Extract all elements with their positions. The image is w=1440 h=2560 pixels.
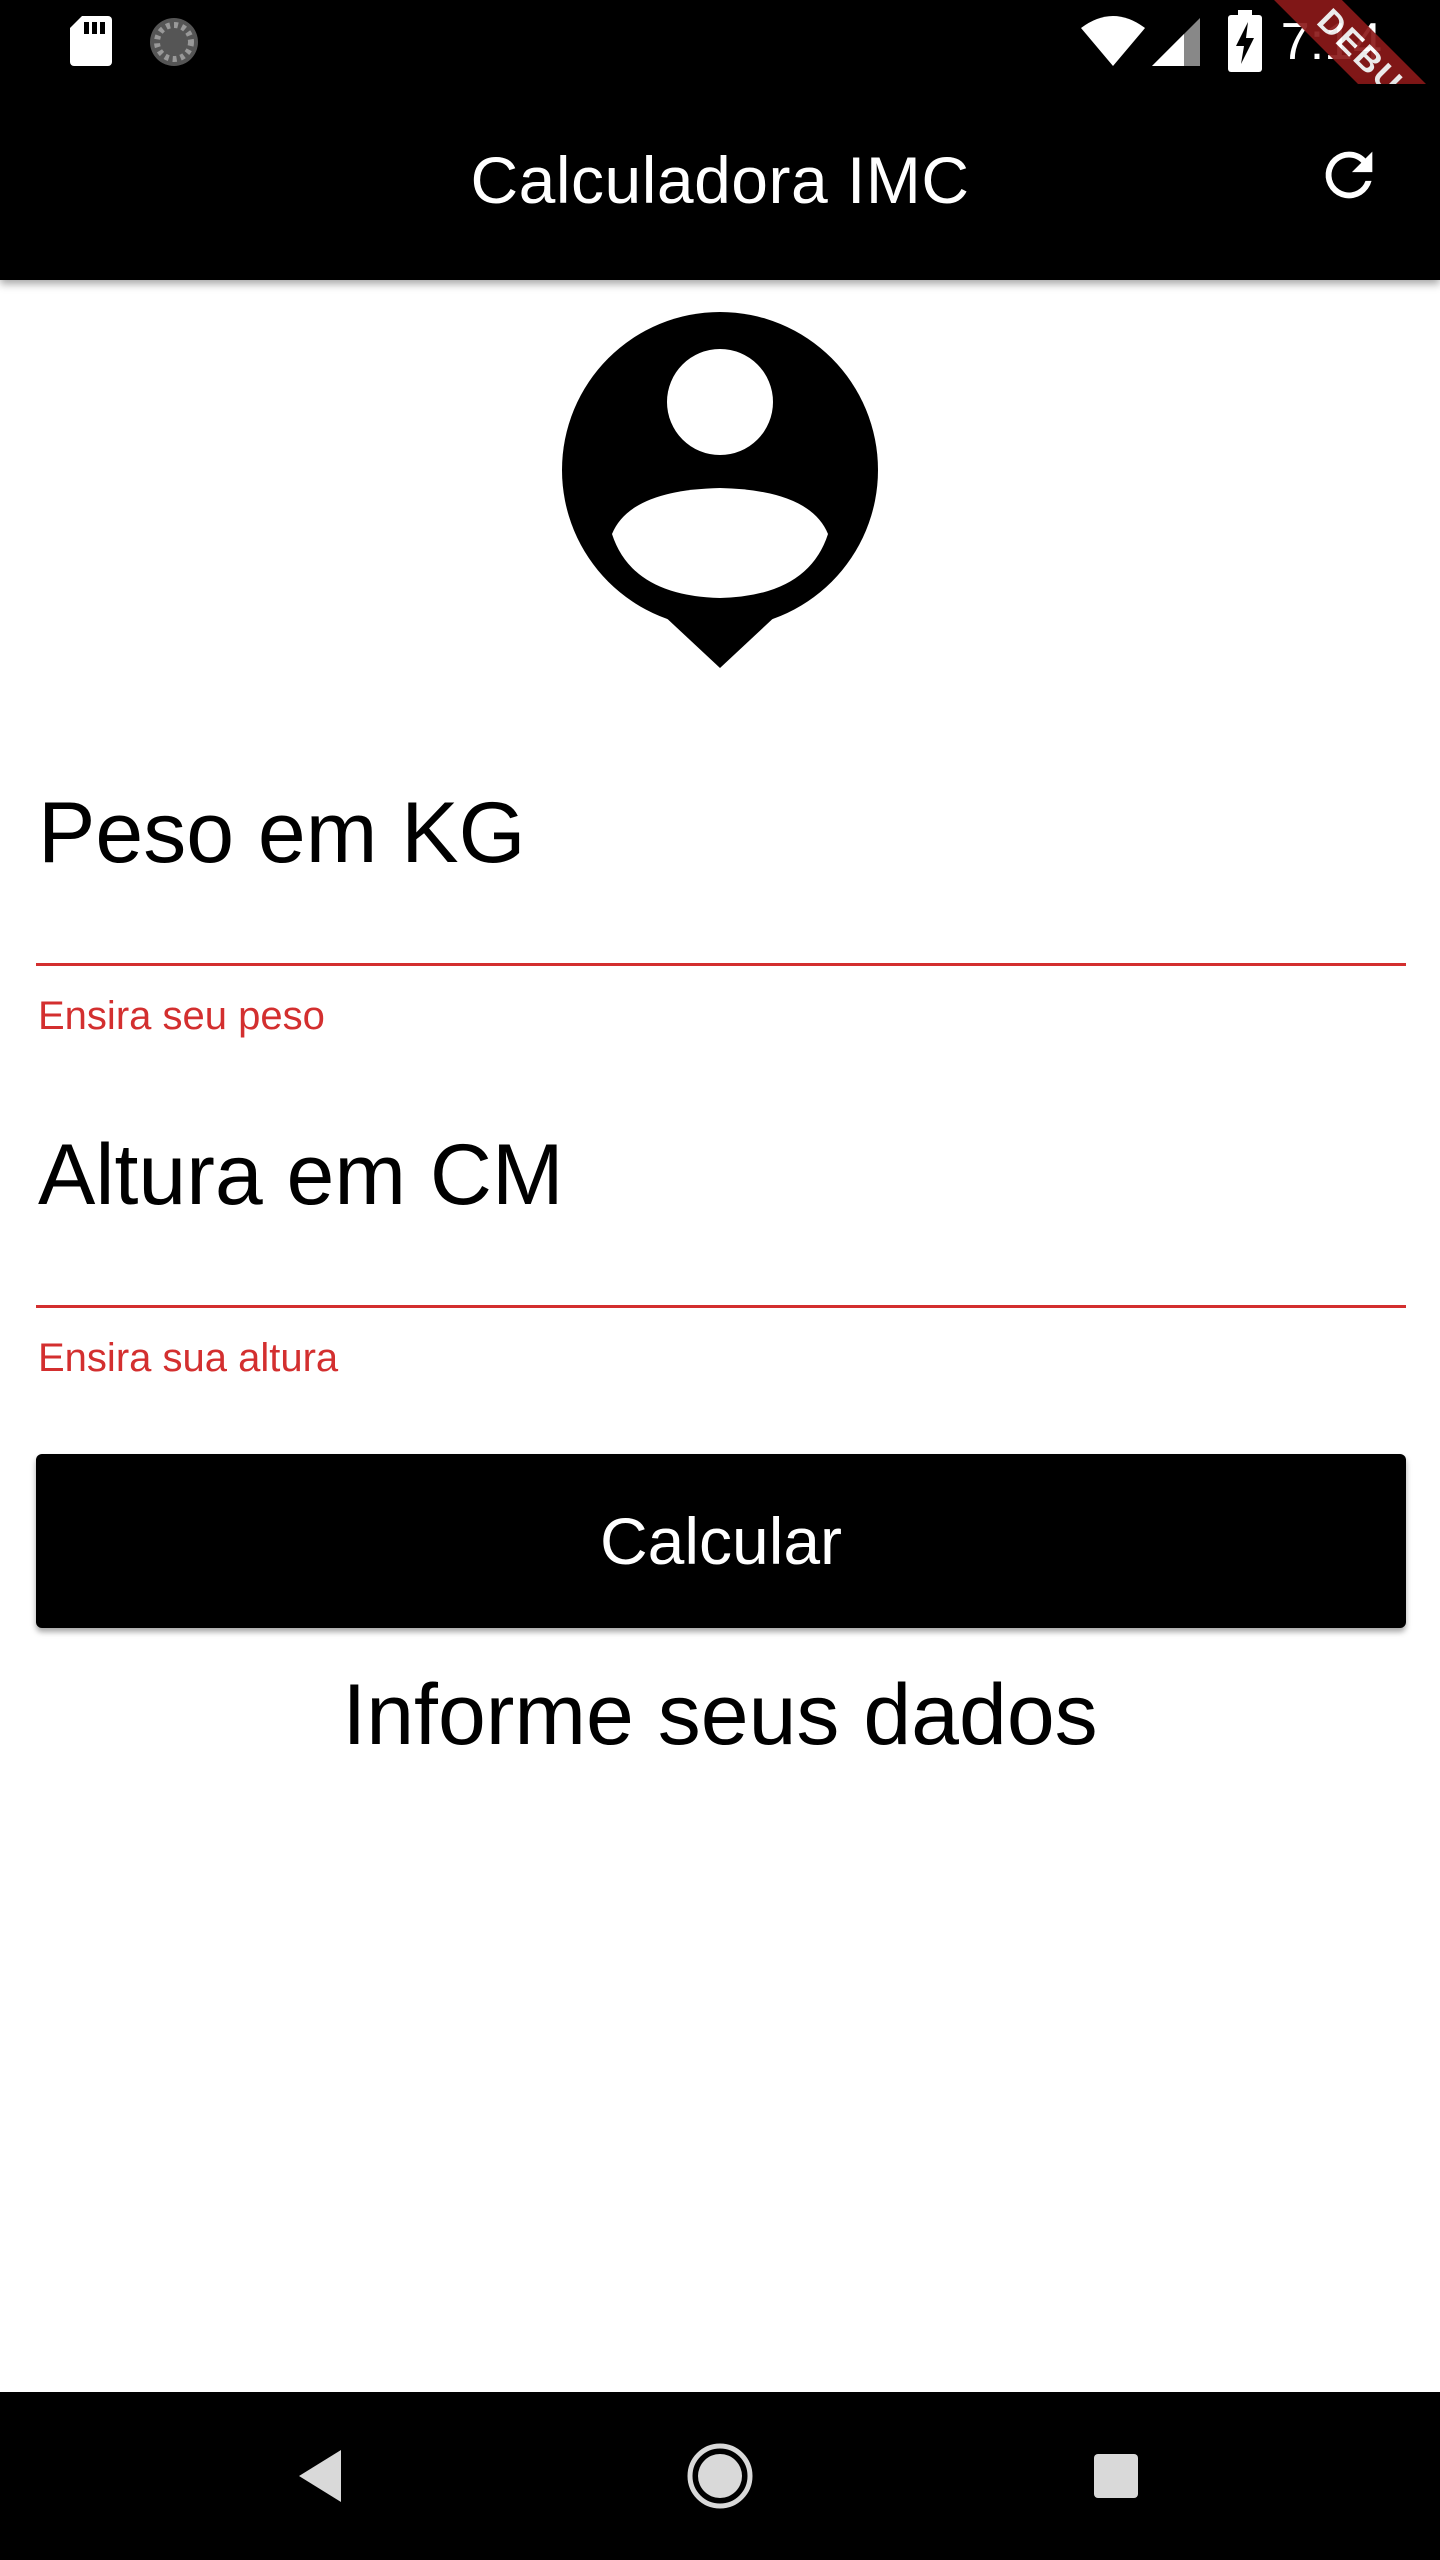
nav-home-button[interactable] (670, 2426, 770, 2526)
weight-input[interactable] (36, 890, 1410, 972)
sd-card-icon (70, 16, 112, 66)
screen: 7:14 DEBUG Calculadora IMC Peso em KG En… (0, 0, 1440, 2560)
weight-field[interactable]: Peso em KG Ensira seu peso (36, 785, 1410, 1050)
weight-label: Peso em KG (38, 785, 526, 881)
nav-bar (0, 2392, 1440, 2560)
height-underline (36, 1305, 1406, 1308)
refresh-icon (1325, 151, 1373, 199)
height-input[interactable] (36, 1232, 1410, 1314)
height-field[interactable]: Altura em CM Ensira sua altura (36, 1127, 1410, 1392)
height-label: Altura em CM (38, 1127, 564, 1223)
battery-charging-icon (1228, 10, 1262, 72)
home-icon (687, 2443, 753, 2509)
weight-error: Ensira seu peso (38, 994, 325, 1038)
nav-back-button[interactable] (270, 2426, 370, 2526)
nav-recents-button[interactable] (1066, 2426, 1166, 2526)
height-error: Ensira sua altura (38, 1336, 339, 1380)
cell-signal-icon (1152, 18, 1200, 66)
back-icon (299, 2450, 341, 2502)
app-title: Calculadora IMC (470, 143, 970, 217)
sync-loading-icon (150, 18, 198, 66)
result-text: Informe seus dados (342, 1667, 1098, 1763)
weight-underline (36, 963, 1406, 966)
refresh-button[interactable] (1294, 120, 1404, 230)
calculate-button[interactable]: Calcular (36, 1454, 1406, 1628)
app-bar: Calculadora IMC (0, 84, 1440, 280)
person-pin-icon (562, 312, 878, 668)
recents-icon (1094, 2454, 1138, 2498)
wifi-icon (1081, 16, 1145, 66)
status-bar: 7:14 DEBUG (0, 0, 1440, 214)
